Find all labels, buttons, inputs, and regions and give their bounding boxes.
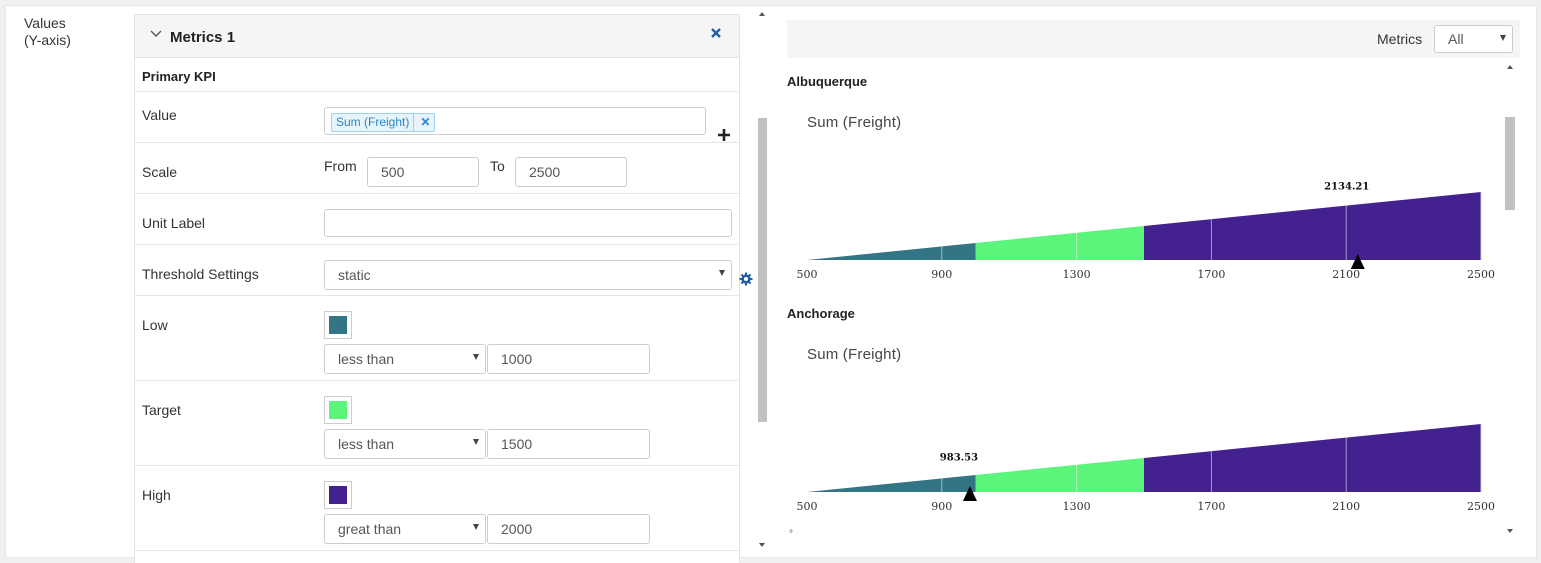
tick-label: 1700 [1197, 500, 1225, 513]
dropdown-arrow-icon [473, 439, 479, 445]
values-label-line2: (Y-axis) [24, 32, 71, 48]
target-color-fill [329, 401, 347, 419]
target-color-swatch[interactable] [324, 396, 352, 424]
chart-title: Sum (Freight) [807, 346, 902, 363]
value-label: 983.53 [940, 453, 978, 464]
primary-kpi-row: Primary KPI [135, 58, 739, 92]
target-operator-select[interactable]: less than [324, 429, 486, 459]
scale-label: Scale [142, 164, 178, 180]
tick-label: 2500 [1467, 500, 1495, 513]
tick-label: 1300 [1063, 268, 1091, 281]
scale-to-input[interactable]: 2500 [515, 157, 627, 187]
scale-from-label: From [324, 158, 357, 174]
bullet-chart-anchorage: 500 900 1300 1700 2100 2500 983.53 [797, 424, 1495, 513]
low-color-fill [329, 316, 347, 334]
dropdown-arrow-icon [473, 524, 479, 530]
tick-label: 2500 [1467, 268, 1495, 281]
low-color-swatch[interactable] [324, 311, 352, 339]
target-label: Target [142, 402, 181, 418]
right-scroll-thumb[interactable] [1505, 117, 1515, 210]
metric-title: Metrics 1 [170, 29, 236, 46]
scroll-down-icon[interactable] [1507, 528, 1513, 534]
bullet-chart-albuquerque: 500 900 1300 1700 2100 2500 2134.21 [797, 181, 1496, 281]
band-target [975, 226, 1144, 260]
chart-city-title: Anchorage [787, 306, 855, 321]
metrics-filter-label: Metrics [1377, 31, 1423, 47]
value-chip: Sum (Freight) ✕ [331, 113, 436, 132]
tick-label: 900 [931, 268, 952, 281]
add-value-icon[interactable] [718, 129, 730, 141]
high-row: High great than 2000 [135, 466, 739, 551]
metric-panel: Metrics 1 Primary KPI Value Sum (Freight… [134, 14, 740, 563]
chart-title: Sum (Freight) [807, 114, 902, 131]
low-operator: less than [338, 351, 395, 367]
high-value-input[interactable]: 2000 [487, 514, 650, 544]
threshold-select[interactable]: static [324, 260, 732, 290]
metrics-filter-value: All [1448, 31, 1464, 47]
value-field[interactable]: Sum (Freight) ✕ [324, 107, 706, 135]
dropdown-arrow-icon [473, 354, 479, 360]
chevron-down-icon[interactable] [149, 26, 163, 40]
tick-label: 900 [931, 500, 952, 513]
unit-label-input[interactable] [324, 209, 732, 237]
tick-label: 500 [797, 500, 818, 513]
scroll-up-icon[interactable] [1507, 64, 1513, 70]
high-label: High [142, 487, 171, 503]
tick-label: 1300 [1063, 500, 1091, 513]
band-low [807, 475, 976, 492]
value-label: 2134.21 [1324, 181, 1369, 192]
high-operator-select[interactable]: great than [324, 514, 486, 544]
threshold-label: Threshold Settings [142, 266, 259, 282]
scroll-up-icon[interactable] [759, 11, 765, 17]
unit-label: Unit Label [142, 215, 206, 231]
chip-remove-icon[interactable]: ✕ [413, 114, 430, 131]
low-operator-select[interactable]: less than [324, 344, 486, 374]
close-icon[interactable] [709, 26, 723, 40]
metric-panel-header[interactable]: Metrics 1 [135, 15, 739, 58]
scroll-down-icon[interactable] [759, 542, 765, 548]
low-value-input[interactable]: 1000 [487, 344, 650, 374]
tick-label: 2100 [1332, 268, 1360, 281]
metrics-filter-select[interactable]: All [1434, 25, 1513, 53]
tick-label: 2100 [1332, 500, 1360, 513]
band-target [975, 458, 1144, 492]
tick-label: 500 [797, 268, 818, 281]
band-high [1144, 192, 1481, 260]
dropdown-arrow-icon [719, 270, 725, 276]
band-low [807, 243, 976, 260]
scale-row: Scale From 500 To 2500 [135, 143, 739, 194]
gear-icon[interactable] [739, 272, 753, 286]
threshold-row: Threshold Settings static [135, 245, 739, 296]
threshold-value: static [338, 267, 371, 283]
values-label-line1: Values [24, 15, 66, 31]
band-high [1144, 424, 1481, 492]
scale-to-label: To [490, 158, 505, 174]
value-label: Value [142, 107, 177, 123]
footer-mark: ° [789, 529, 793, 540]
primary-kpi-heading: Primary KPI [142, 69, 216, 84]
low-row: Low less than 1000 [135, 296, 739, 381]
left-scroll-thumb[interactable] [758, 118, 767, 422]
target-row: Target less than 1500 [135, 381, 739, 466]
value-row: Value Sum (Freight) ✕ [135, 92, 739, 143]
target-value-input[interactable]: 1500 [487, 429, 650, 459]
value-chip-label: Sum (Freight) [336, 115, 410, 129]
high-color-fill [329, 486, 347, 504]
high-operator: great than [338, 521, 402, 537]
unit-label-row: Unit Label [135, 194, 739, 245]
high-color-swatch[interactable] [324, 481, 352, 509]
dropdown-arrow-icon [1500, 35, 1506, 41]
chart-city-title: Albuquerque [787, 74, 868, 89]
values-axis-label: Values (Y-axis) [24, 15, 71, 49]
low-label: Low [142, 317, 168, 333]
tick-label: 1700 [1197, 268, 1225, 281]
target-operator: less than [338, 436, 395, 452]
scale-from-input[interactable]: 500 [367, 157, 479, 187]
